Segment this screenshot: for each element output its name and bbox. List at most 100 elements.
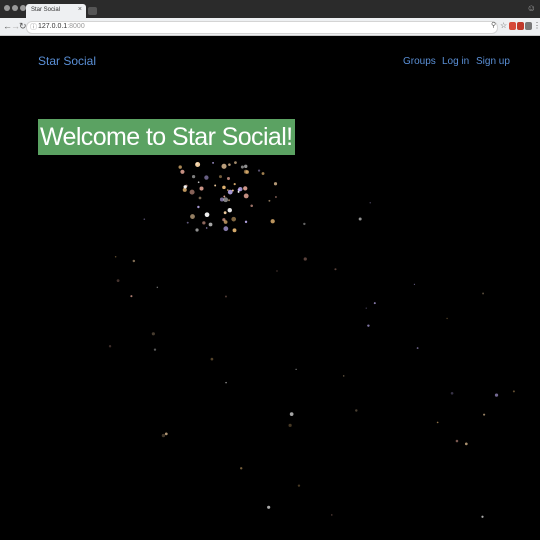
nav-signup-link[interactable]: Sign up	[476, 56, 510, 67]
hero-title: Welcome to Star Social!	[38, 119, 295, 155]
star	[225, 381, 227, 384]
star	[212, 162, 214, 164]
star	[222, 185, 226, 190]
browser-tab[interactable]: Star Social ×	[26, 4, 86, 18]
url-port: :8000	[67, 23, 85, 30]
star	[195, 162, 201, 167]
star	[482, 292, 485, 295]
info-icon[interactable]: ⓘ	[30, 22, 37, 32]
star	[223, 197, 229, 203]
star	[355, 409, 358, 412]
star	[342, 375, 345, 377]
star	[373, 302, 376, 305]
tab-title: Star Social	[31, 7, 61, 13]
star	[153, 348, 157, 351]
star	[204, 175, 209, 180]
star	[250, 204, 253, 208]
star	[243, 186, 248, 191]
star-icon[interactable]: ☆	[500, 21, 507, 30]
star	[223, 195, 226, 198]
star	[244, 220, 248, 224]
star	[413, 283, 416, 286]
extension-icon[interactable]	[525, 22, 532, 30]
star	[190, 214, 195, 219]
star	[214, 184, 217, 187]
star	[191, 175, 196, 179]
search-icon[interactable]: ⚲	[491, 21, 496, 29]
star	[182, 187, 187, 192]
menu-icon[interactable]: ⋮	[533, 21, 540, 30]
star	[226, 177, 231, 181]
browser-tabbar: Star Social × ☺	[0, 0, 540, 18]
star	[268, 199, 271, 202]
star	[228, 199, 231, 202]
star	[450, 391, 454, 395]
star	[481, 515, 484, 518]
star	[186, 221, 189, 224]
star	[365, 307, 367, 309]
star	[257, 169, 261, 172]
browser-toolbar: ← → ↻ ⓘ 127.0.0.1:8000 ⚲ ☆ ⋮	[0, 18, 540, 36]
nav-groups-link[interactable]: Groups	[403, 56, 436, 67]
star	[494, 393, 499, 397]
star	[275, 196, 277, 198]
star	[231, 216, 237, 222]
close-window-dot[interactable]	[4, 5, 10, 11]
star	[464, 442, 468, 446]
star	[199, 186, 204, 191]
star	[270, 219, 275, 224]
star	[276, 270, 278, 272]
star	[197, 181, 200, 184]
star	[297, 484, 301, 487]
star	[223, 220, 228, 224]
star	[369, 202, 371, 204]
star	[261, 172, 265, 175]
address-bar[interactable]: ⓘ 127.0.0.1:8000	[26, 21, 498, 34]
star	[416, 347, 419, 349]
star	[202, 221, 206, 225]
star	[164, 432, 168, 436]
star	[273, 182, 278, 186]
star	[288, 423, 292, 427]
star	[178, 165, 182, 169]
star	[205, 227, 208, 229]
profile-icon[interactable]: ☺	[527, 3, 536, 13]
star	[208, 222, 213, 227]
new-tab-button[interactable]	[88, 7, 97, 15]
star	[210, 357, 214, 361]
star	[195, 228, 199, 232]
star	[512, 390, 515, 393]
url-host: 127.0.0.1	[38, 23, 68, 30]
star	[223, 211, 227, 215]
nav-login-link[interactable]: Log in	[442, 56, 469, 67]
star	[240, 165, 244, 169]
star	[334, 268, 337, 271]
star	[436, 421, 439, 424]
star	[183, 185, 187, 189]
star	[455, 439, 459, 443]
star	[161, 433, 166, 438]
star	[143, 218, 146, 221]
star	[358, 217, 362, 221]
star	[204, 212, 210, 218]
extension-icon[interactable]	[509, 22, 516, 30]
star	[197, 205, 200, 209]
star	[108, 345, 112, 348]
star	[198, 196, 202, 200]
brand-link[interactable]: Star Social	[38, 54, 96, 68]
star	[224, 295, 227, 298]
tab-close-icon[interactable]: ×	[78, 6, 82, 13]
star	[180, 169, 185, 174]
star	[237, 190, 240, 193]
minimize-window-dot[interactable]	[12, 5, 18, 11]
star	[267, 505, 271, 509]
star	[132, 259, 136, 263]
star	[114, 256, 117, 258]
star	[233, 183, 236, 186]
starfield-background	[108, 161, 515, 518]
star	[367, 324, 370, 327]
star	[238, 186, 243, 192]
star	[243, 193, 249, 199]
star	[483, 413, 486, 416]
extension-icon[interactable]	[517, 22, 524, 30]
